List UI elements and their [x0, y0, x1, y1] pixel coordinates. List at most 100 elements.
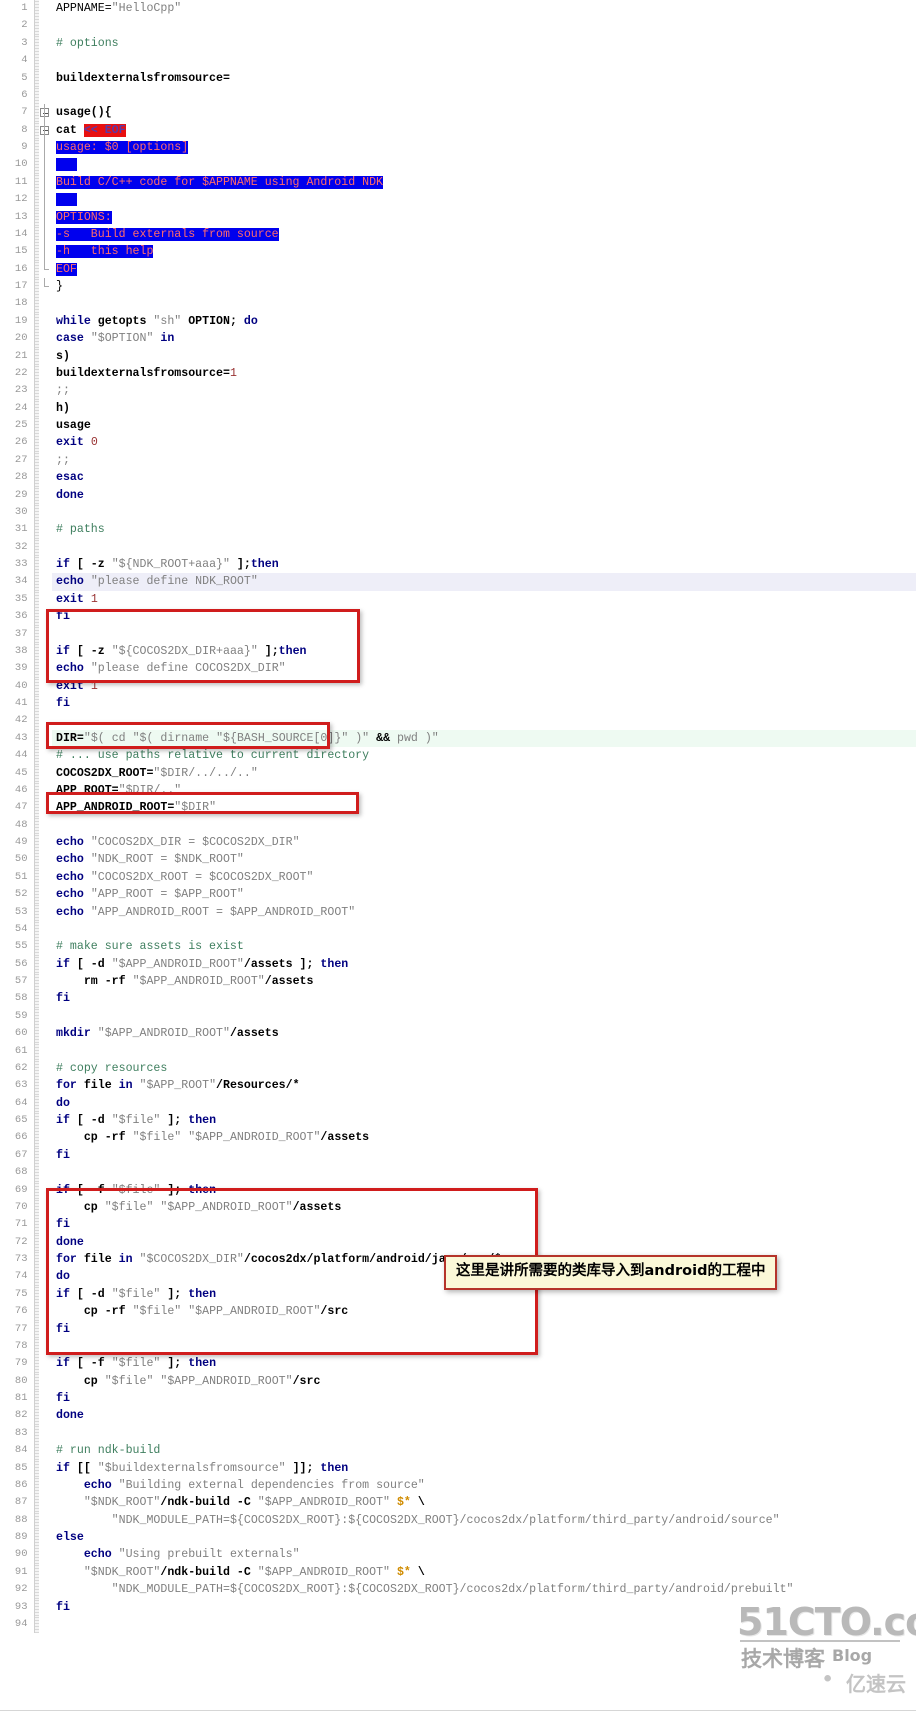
- code-folding-cell[interactable]: [39, 851, 52, 869]
- code-text[interactable]: # ... use paths relative to current dire…: [52, 747, 916, 764]
- code-text[interactable]: cat << EOF: [52, 122, 916, 139]
- code-text[interactable]: APPNAME="HelloCpp": [52, 0, 916, 17]
- code-text[interactable]: usage: [52, 417, 916, 434]
- code-line[interactable]: 16 EOF: [0, 260, 916, 278]
- code-text[interactable]: [52, 817, 916, 834]
- code-text[interactable]: fi: [52, 608, 916, 625]
- code-text[interactable]: }: [52, 278, 916, 295]
- code-folding-cell[interactable]: [39, 573, 52, 591]
- code-line[interactable]: 9 usage: $0 [options]: [0, 139, 916, 157]
- line-number[interactable]: 76: [0, 1303, 34, 1321]
- code-text[interactable]: echo "COCOS2DX_DIR = $COCOS2DX_DIR": [52, 834, 916, 851]
- code-text[interactable]: fi: [52, 695, 916, 712]
- code-line[interactable]: 28 esac: [0, 469, 916, 487]
- code-folding-cell[interactable]: [39, 1181, 52, 1199]
- code-line[interactable]: 1 APPNAME="HelloCpp": [0, 0, 916, 18]
- code-line[interactable]: 20 case "$OPTION" in: [0, 330, 916, 348]
- line-number[interactable]: 12: [0, 191, 34, 209]
- code-folding-cell[interactable]: [39, 1511, 52, 1529]
- line-number[interactable]: 89: [0, 1529, 34, 1547]
- line-number[interactable]: 63: [0, 1077, 34, 1095]
- code-line[interactable]: 91 "$NDK_ROOT"/ndk-build -C "$APP_ANDROI…: [0, 1563, 916, 1582]
- code-line[interactable]: 2: [0, 17, 916, 35]
- code-line[interactable]: 92 "NDK_MODULE_PATH=${COCOS2DX_ROOT}:${C…: [0, 1581, 916, 1599]
- code-line[interactable]: 35 exit 1: [0, 590, 916, 609]
- code-line[interactable]: 89 else: [0, 1529, 916, 1547]
- code-folding-cell[interactable]: [39, 104, 52, 122]
- code-line[interactable]: 94: [0, 1615, 916, 1634]
- code-folding-cell[interactable]: [39, 208, 52, 226]
- code-text[interactable]: [52, 1008, 916, 1025]
- code-line[interactable]: 22 buildexternalsfromsource=1: [0, 364, 916, 383]
- code-folding-cell[interactable]: [39, 382, 52, 400]
- code-folding-cell[interactable]: [39, 486, 52, 504]
- code-line[interactable]: 21 s): [0, 347, 916, 365]
- line-number[interactable]: 77: [0, 1320, 34, 1338]
- line-number[interactable]: 64: [0, 1094, 34, 1112]
- line-number[interactable]: 39: [0, 660, 34, 678]
- code-folding-cell[interactable]: [39, 1233, 52, 1251]
- line-number[interactable]: 48: [0, 816, 34, 834]
- code-folding-cell[interactable]: [39, 1164, 52, 1182]
- line-number[interactable]: 36: [0, 608, 34, 626]
- code-text[interactable]: exit 1: [52, 678, 916, 695]
- code-line[interactable]: 67 fi: [0, 1146, 916, 1165]
- line-number[interactable]: 30: [0, 503, 34, 522]
- line-number[interactable]: 94: [0, 1615, 34, 1634]
- code-text[interactable]: if [ -z "${COCOS2DX_DIR+aaa}" ];then: [52, 643, 916, 660]
- line-number[interactable]: 65: [0, 1112, 34, 1130]
- code-folding-cell[interactable]: [39, 1059, 52, 1078]
- code-folding-cell[interactable]: [39, 1581, 52, 1599]
- code-line[interactable]: 43 DIR="$( cd "$( dirname "${BASH_SOURCE[…: [0, 729, 916, 748]
- code-text[interactable]: h): [52, 400, 916, 417]
- line-number[interactable]: 55: [0, 938, 34, 956]
- line-number[interactable]: 49: [0, 834, 34, 852]
- line-number[interactable]: 43: [0, 729, 34, 748]
- code-folding-cell[interactable]: [39, 973, 52, 991]
- code-text[interactable]: OPTIONS:: [52, 209, 916, 226]
- code-text[interactable]: [52, 921, 916, 938]
- code-text[interactable]: case "$OPTION" in: [52, 330, 916, 347]
- code-folding-cell[interactable]: [39, 69, 52, 87]
- code-folding-cell[interactable]: [39, 1077, 52, 1095]
- line-number[interactable]: 28: [0, 469, 34, 487]
- code-folding-cell[interactable]: [39, 920, 52, 939]
- code-folding-cell[interactable]: [39, 955, 52, 973]
- line-number[interactable]: 25: [0, 417, 34, 435]
- code-folding-cell[interactable]: [39, 556, 52, 574]
- line-number[interactable]: 22: [0, 364, 34, 383]
- line-number[interactable]: 56: [0, 955, 34, 973]
- line-number[interactable]: 70: [0, 1198, 34, 1217]
- line-number[interactable]: 85: [0, 1459, 34, 1477]
- code-text[interactable]: [52, 626, 916, 643]
- line-number[interactable]: 67: [0, 1146, 34, 1165]
- code-text[interactable]: s): [52, 348, 916, 365]
- code-text[interactable]: [52, 1425, 916, 1442]
- code-line[interactable]: 6: [0, 86, 916, 105]
- code-text[interactable]: cp "$file" "$APP_ANDROID_ROOT"/src: [52, 1373, 916, 1390]
- code-text[interactable]: echo "Using prebuilt externals": [52, 1546, 916, 1563]
- code-line[interactable]: 62 # copy resources: [0, 1059, 916, 1078]
- code-line[interactable]: 53 echo "APP_ANDROID_ROOT = $APP_ANDROID_…: [0, 903, 916, 921]
- code-folding-cell[interactable]: [39, 417, 52, 435]
- code-line[interactable]: 14 -s Build externals from source: [0, 225, 916, 244]
- code-text[interactable]: echo "APP_ANDROID_ROOT = $APP_ANDROID_RO…: [52, 904, 916, 921]
- line-number[interactable]: 72: [0, 1233, 34, 1251]
- code-editor[interactable]: 1 APPNAME="HelloCpp" 2 3 # options 4 5 builde…: [0, 0, 916, 1711]
- code-text[interactable]: done: [52, 487, 916, 504]
- code-folding-cell[interactable]: [39, 1598, 52, 1616]
- code-line[interactable]: 27;;: [0, 451, 916, 470]
- code-text[interactable]: mkdir "$APP_ANDROID_ROOT"/assets: [52, 1025, 916, 1042]
- line-number[interactable]: 3: [0, 34, 34, 53]
- code-line[interactable]: 38 if [ -z "${COCOS2DX_DIR+aaa}" ];then: [0, 642, 916, 661]
- line-number[interactable]: 52: [0, 886, 34, 904]
- code-folding-cell[interactable]: [39, 225, 52, 244]
- line-number[interactable]: 35: [0, 590, 34, 609]
- code-line[interactable]: 82 done: [0, 1407, 916, 1425]
- code-text[interactable]: # run ndk-build: [52, 1442, 916, 1459]
- code-text[interactable]: if [ -f "$file" ]; then: [52, 1355, 916, 1372]
- code-line[interactable]: 4: [0, 52, 916, 70]
- code-line[interactable]: 65 if [ -d "$file" ]; then: [0, 1112, 916, 1130]
- code-text[interactable]: COCOS2DX_ROOT="$DIR/../../..": [52, 765, 916, 782]
- code-line[interactable]: 80 cp "$file" "$APP_ANDROID_ROOT"/src: [0, 1372, 916, 1390]
